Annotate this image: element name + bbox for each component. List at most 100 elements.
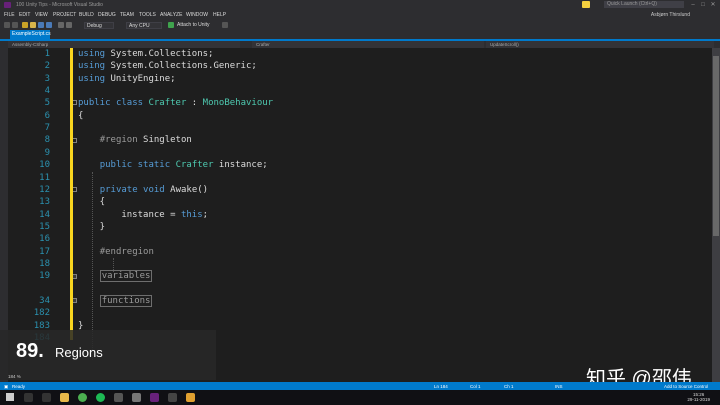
collapsed-region-functions: functions: [99, 295, 153, 307]
menu-tools[interactable]: TOOLS: [139, 12, 156, 18]
navigation-bar: Assembly-CSharp Crafter UpdateScroll(): [8, 41, 720, 48]
file-explorer-icon[interactable]: [60, 393, 69, 402]
changed-lines-indicator: [70, 48, 73, 340]
search-icon[interactable]: [24, 393, 33, 402]
code-line[interactable]: }: [78, 221, 105, 233]
scrollbar-thumb[interactable]: [713, 56, 719, 236]
forward-icon[interactable]: [12, 22, 18, 28]
project-dropdown[interactable]: Assembly-CSharp: [8, 41, 240, 48]
notification-flag-icon[interactable]: [582, 1, 590, 8]
user-name[interactable]: Asbjørn Thirslund: [651, 12, 690, 18]
app-icon[interactable]: [132, 393, 141, 402]
document-tab-bar: ExampleScript.cs: [0, 30, 720, 41]
toolbar: Debug Any CPU Attach to Unity: [0, 20, 720, 30]
windows-start-icon[interactable]: [6, 393, 14, 401]
toolbar-extra-icon[interactable]: [222, 22, 228, 28]
task-view-icon[interactable]: [42, 393, 51, 402]
taskbar-clock[interactable]: 15:26 29-11-2019: [687, 392, 710, 402]
menu-window[interactable]: WINDOW: [186, 12, 208, 18]
menu-file[interactable]: FILE: [4, 12, 15, 18]
line-number: 6: [44, 110, 50, 121]
line-number: 1: [44, 49, 50, 59]
visual-studio-icon[interactable]: [150, 393, 159, 402]
line-number: 18: [39, 258, 50, 269]
line-number: 4: [44, 86, 50, 97]
code-line[interactable]: public class Crafter : MonoBehaviour: [78, 97, 273, 109]
open-file-icon[interactable]: [30, 22, 36, 28]
add-to-source-control-button[interactable]: Add to Source Control: [664, 384, 708, 389]
menu-help[interactable]: HELP: [213, 12, 226, 18]
menu-debug[interactable]: DEBUG: [98, 12, 116, 18]
menu-project[interactable]: PROJECT: [53, 12, 76, 18]
code-line[interactable]: private void Awake(): [78, 184, 208, 196]
menu-team[interactable]: TEAM: [120, 12, 134, 18]
line-number: 8: [44, 135, 50, 146]
code-text: System.Collections;: [110, 49, 214, 59]
status-char: Ch 1: [504, 383, 514, 389]
line-number: 13: [39, 197, 50, 208]
line-number: 34: [39, 296, 50, 306]
tab-example-script[interactable]: ExampleScript.cs: [10, 30, 51, 39]
undo-icon[interactable]: [58, 22, 64, 28]
line-number: 15: [39, 221, 50, 232]
attach-to-unity-button[interactable]: Attach to Unity: [177, 22, 210, 28]
vertical-scrollbar[interactable]: [712, 48, 720, 382]
code-line[interactable]: functions: [78, 295, 153, 307]
line-number: 16: [39, 234, 50, 245]
unity-icon[interactable]: [114, 393, 123, 402]
configuration-dropdown[interactable]: Debug: [84, 21, 114, 29]
save-all-icon[interactable]: [46, 22, 52, 28]
code-line[interactable]: instance = this;: [78, 209, 208, 221]
minimize-icon[interactable]: –: [688, 1, 698, 9]
code-line[interactable]: {: [78, 196, 105, 208]
line-number: 10: [39, 160, 50, 171]
new-project-icon[interactable]: [22, 22, 28, 28]
collapsed-region-variables: variables: [99, 270, 153, 283]
line-number: 2: [44, 61, 50, 72]
maximize-icon[interactable]: □: [698, 1, 708, 9]
tip-label: Regions: [55, 345, 103, 360]
menu-bar: FILE EDIT VIEW PROJECT BUILD DEBUG TEAM …: [0, 10, 720, 20]
line-number: 7: [44, 123, 50, 134]
platform-dropdown[interactable]: Any CPU: [126, 21, 162, 29]
redo-icon[interactable]: [66, 22, 72, 28]
line-number: 9: [44, 147, 50, 158]
line-number: 5: [44, 98, 50, 109]
zoom-level[interactable]: 184 %: [8, 374, 48, 381]
line-number: 12: [39, 184, 50, 195]
play-icon[interactable]: [168, 22, 174, 28]
menu-view[interactable]: VIEW: [35, 12, 48, 18]
code-line[interactable]: using UnityEngine;: [78, 73, 176, 85]
app-icon[interactable]: [186, 393, 195, 402]
window-title: 100 Unity Tips - Microsoft Visual Studio: [16, 2, 103, 8]
spotify-icon[interactable]: [96, 393, 105, 402]
line-number: 19: [39, 271, 50, 282]
app-icon[interactable]: [168, 393, 177, 402]
quick-launch-input[interactable]: Quick Launch (Ctrl+Q): [604, 1, 684, 8]
code-line[interactable]: #endregion: [78, 246, 154, 258]
code-line[interactable]: using System.Collections.Generic;: [78, 60, 257, 72]
status-line: Ln 184: [434, 383, 448, 389]
clock-date: 29-11-2019: [687, 397, 710, 402]
code-line[interactable]: using System.Collections;: [78, 48, 213, 60]
code-line[interactable]: public static Crafter instance;: [78, 159, 268, 171]
status-icon: ▣: [4, 383, 9, 389]
back-icon[interactable]: [4, 22, 10, 28]
chrome-icon[interactable]: [78, 393, 87, 402]
class-dropdown[interactable]: Crafter: [252, 41, 484, 48]
menu-edit[interactable]: EDIT: [19, 12, 30, 18]
close-icon[interactable]: ✕: [708, 1, 718, 9]
code-line[interactable]: #region Singleton: [78, 134, 192, 146]
line-number: 14: [39, 209, 50, 220]
menu-analyze[interactable]: ANALYZE: [160, 12, 182, 18]
code-line[interactable]: {: [78, 110, 83, 122]
windows-taskbar: 15:26 29-11-2019: [0, 390, 720, 405]
tip-overlay: 89. Regions: [0, 330, 216, 380]
code-line[interactable]: variables: [78, 270, 153, 283]
save-icon[interactable]: [38, 22, 44, 28]
line-number: 3: [44, 73, 50, 84]
line-number: 11: [39, 172, 50, 183]
menu-build[interactable]: BUILD: [79, 12, 94, 18]
member-dropdown[interactable]: UpdateScroll(): [486, 41, 714, 48]
line-number: 17: [39, 246, 50, 257]
